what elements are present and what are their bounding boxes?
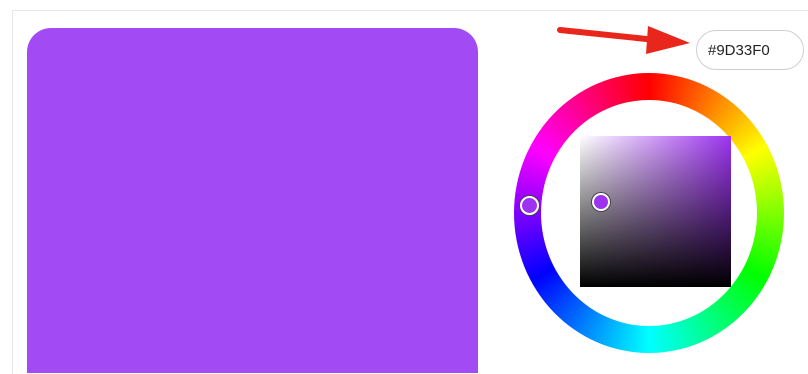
arrow-right-icon xyxy=(557,26,690,54)
color-preview-swatch xyxy=(27,28,478,373)
saturation-value-handle[interactable] xyxy=(592,193,610,211)
saturation-value-square[interactable] xyxy=(580,136,731,287)
hue-handle[interactable] xyxy=(520,196,539,215)
hex-color-input[interactable] xyxy=(696,30,804,70)
